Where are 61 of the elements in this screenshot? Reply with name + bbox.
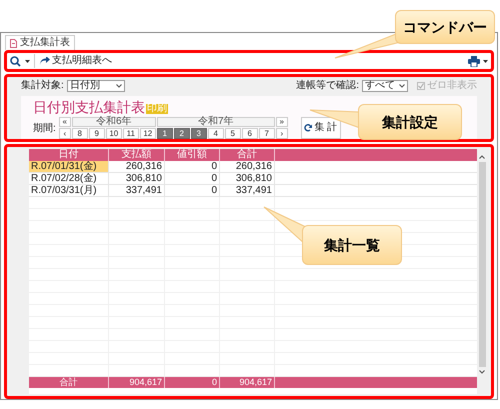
month-button[interactable]: 10: [106, 128, 122, 139]
column-header: 値引額: [165, 149, 220, 161]
search-icon[interactable]: [10, 56, 21, 67]
callout-bubble: 集計設定: [358, 104, 462, 140]
month-button[interactable]: 8: [72, 128, 88, 139]
next-button[interactable]: ›: [276, 128, 288, 139]
previous-button[interactable]: ‹: [58, 128, 71, 139]
period-label: 期間:: [33, 122, 56, 136]
scroll-down-icon[interactable]: [479, 370, 485, 374]
month-button[interactable]: 7: [258, 128, 275, 139]
field-label: 集計対象:: [21, 81, 64, 91]
month-button[interactable]: 9: [88, 128, 105, 139]
table-cell: 337,491: [220, 185, 275, 196]
month-button[interactable]: 4: [208, 128, 224, 139]
column-header: 合計: [220, 149, 275, 161]
callout-bubble: コマンドバー: [395, 10, 495, 44]
total-cell: 904,617: [220, 377, 275, 388]
target-dropdown[interactable]: 日付別: [66, 80, 125, 92]
table-cell[interactable]: R.07/03/31(月): [29, 185, 109, 196]
report-badge: 印刷: [146, 104, 168, 114]
callout-bubble: 集計一覧: [302, 225, 402, 265]
forward-arrow-icon: [39, 56, 50, 66]
table-cell: 0: [165, 173, 220, 184]
month-button[interactable]: 11: [122, 128, 139, 139]
column-header: 支払額: [109, 149, 165, 161]
total-cell: 904,617: [109, 377, 165, 388]
month-button[interactable]: 3: [190, 128, 207, 139]
caret-icon[interactable]: [483, 60, 488, 63]
table-cell: 0: [165, 161, 220, 172]
caret-icon[interactable]: [25, 60, 30, 63]
table-cell[interactable]: R.07/02/28(金): [29, 173, 109, 184]
year-label: 令和6年: [72, 117, 156, 127]
confirm-dropdown[interactable]: すべて: [362, 80, 408, 92]
forward-link[interactable]: 支払明細表へ: [39, 56, 112, 66]
chevron-icon: [116, 84, 122, 88]
previous-year-button[interactable]: «: [58, 117, 71, 127]
month-button[interactable]: 1: [156, 128, 173, 139]
table-cell: 306,810: [220, 173, 275, 184]
report-title: 日付別支払集計表: [33, 100, 145, 114]
table-cell: 0: [165, 185, 220, 196]
table-cell: 337,491: [109, 185, 165, 196]
total-cell: 0: [165, 377, 220, 388]
table-cell: 306,810: [109, 173, 165, 184]
month-button[interactable]: 2: [174, 128, 190, 139]
table-cell: 260,316: [220, 161, 275, 172]
field-label: 連帳等で確認:: [296, 81, 359, 91]
total-cell: 合計: [29, 377, 109, 388]
next-year-button[interactable]: »: [276, 117, 288, 127]
table-cell: 260,316: [109, 161, 165, 172]
printer-icon[interactable]: [468, 56, 480, 67]
chevron-icon: [399, 84, 405, 88]
aggregate-button[interactable]: 集 計: [300, 117, 341, 139]
month-button[interactable]: 5: [224, 128, 241, 139]
month-button[interactable]: 6: [242, 128, 258, 139]
year-label: 令和7年: [156, 117, 275, 127]
month-button[interactable]: 12: [140, 128, 156, 139]
document-icon: [10, 38, 17, 48]
refresh-icon: [304, 124, 312, 132]
document-tab[interactable]: 支払集計表: [5, 35, 75, 50]
scroll-up-icon[interactable]: [479, 155, 485, 159]
scroll-thumb[interactable]: [478, 162, 486, 367]
